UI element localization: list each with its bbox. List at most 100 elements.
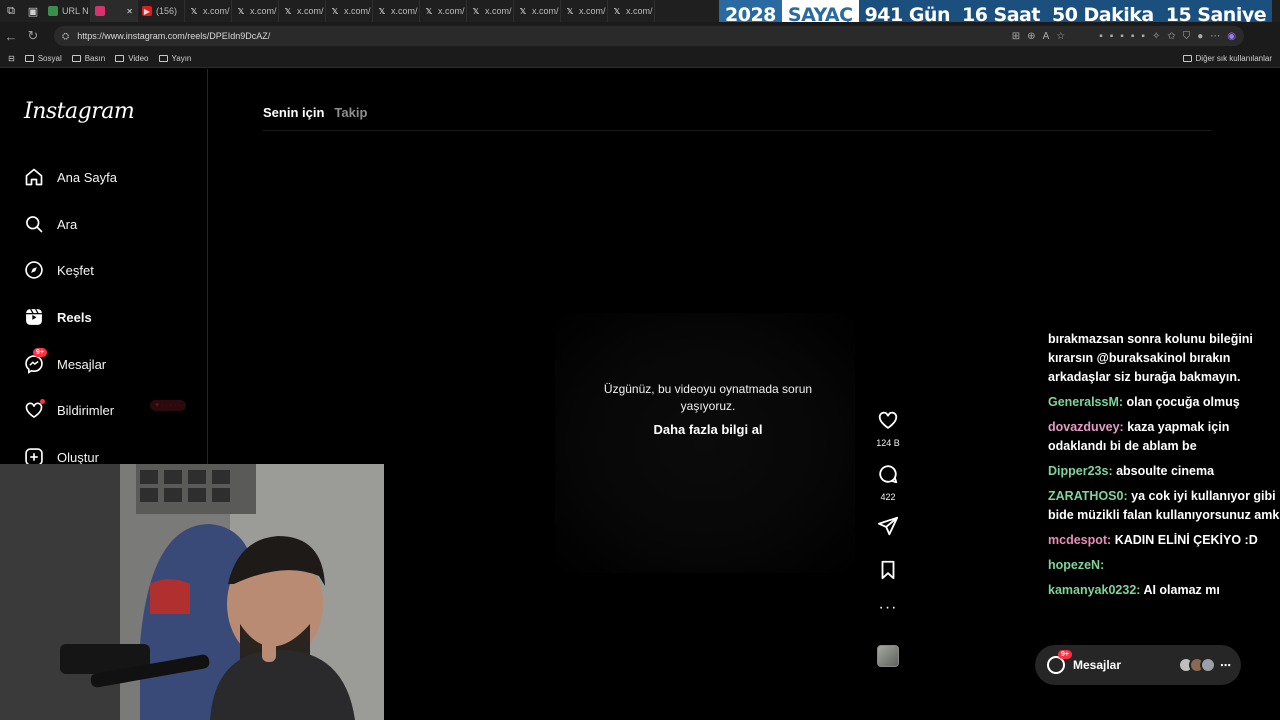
chat-text: absoulte cinema [1116, 464, 1215, 478]
recent-contacts: ⋯ [1178, 657, 1231, 673]
more-options-icon[interactable]: ··· [872, 599, 904, 617]
comment-count: 422 [880, 492, 896, 502]
chat-username: dovazduvey: [1048, 420, 1124, 434]
back-icon[interactable]: ← [0, 29, 22, 44]
messages-badge: 9+ [1058, 650, 1072, 659]
x-icon: 𝕏 [519, 6, 527, 16]
browser-tab[interactable]: 𝕏x.com/ [185, 0, 232, 22]
browser-tab[interactable]: 𝕏x.com/ [420, 0, 467, 22]
site-info-icon[interactable]: ⛭ [62, 31, 69, 42]
sidebar-item-explore[interactable]: Keşfet [24, 258, 94, 282]
sidebar-item-label: Bildirimler [57, 402, 115, 418]
tab-title: x.com/ [532, 6, 559, 16]
browser-tab[interactable]: 𝕏x.com/ [608, 0, 655, 22]
tab-title: x.com/ [203, 6, 230, 16]
extension-icon[interactable]: ▪ [1120, 31, 1124, 42]
activity-badge: ♥ · · · · · [150, 400, 186, 411]
tab-title: (156) [156, 6, 178, 16]
sidebar-item-notifications[interactable]: Bildirimler [24, 398, 114, 422]
x-icon: 𝕏 [472, 6, 480, 16]
browser-tab[interactable]: ▶ (156) [138, 0, 185, 22]
close-tab-icon[interactable]: ✕ [126, 7, 133, 16]
tabs-divider [263, 130, 1211, 131]
shield-icon[interactable]: ⛉ [1183, 31, 1191, 42]
chat-username: hopezeN: [1048, 558, 1105, 572]
webcam-image [0, 464, 384, 720]
chat-message: kamanyak0232: AI olamaz mı [1048, 581, 1280, 600]
comment-icon [879, 465, 898, 484]
tab-for-you[interactable]: Senin için [263, 105, 324, 120]
bookmark-label: Basın [84, 54, 106, 63]
extensions-puzzle-icon[interactable]: ✧ [1152, 31, 1160, 42]
folder-icon [71, 55, 81, 62]
chat-message: ZARATHOS0: ya cok iyi kullanıyor gibi bi… [1048, 487, 1280, 525]
save-button[interactable] [872, 559, 904, 586]
messages-floating-bar[interactable]: 9+ Mesajlar ⋯ [1035, 645, 1241, 685]
browser-tab[interactable]: 𝕏x.com/ [373, 0, 420, 22]
favorites-icon[interactable]: ✩ [1167, 31, 1175, 42]
more-menu-icon[interactable]: ⋯ [1210, 31, 1220, 42]
share-button[interactable] [872, 515, 904, 542]
bookmark-folder-yayin[interactable]: Yayın [158, 54, 191, 63]
zoom-icon[interactable]: ⊕ [1027, 31, 1035, 42]
audio-thumbnail[interactable] [877, 645, 899, 667]
tab-actions-icon[interactable]: ▣ [22, 0, 44, 22]
app-install-icon[interactable]: ⊞ [1012, 31, 1020, 42]
bookmark-label: Video [128, 54, 149, 63]
extension-icon[interactable]: ▪ [1141, 31, 1145, 42]
read-aloud-icon[interactable]: A [1043, 31, 1050, 42]
extension-icon[interactable]: ▪ [1110, 31, 1114, 42]
comment-button[interactable]: 422 [872, 463, 904, 502]
learn-more-link[interactable]: Daha fazla bilgi al [590, 422, 826, 437]
favorite-star-icon[interactable]: ☆ [1056, 31, 1065, 42]
sidebar-item-search[interactable]: Ara [24, 212, 77, 236]
workspaces-icon[interactable]: ⧉ [0, 0, 22, 22]
sidebar-item-home[interactable]: Ana Sayfa [24, 165, 117, 189]
more-icon: ⋯ [1220, 659, 1231, 672]
reel-video-player[interactable] [555, 313, 855, 573]
copilot-icon[interactable]: ◉ [1227, 31, 1236, 42]
browser-tab[interactable]: ✕ [91, 0, 138, 22]
chat-message: Dipper23s: absoulte cinema [1048, 462, 1280, 481]
tab-title: URL N [62, 6, 89, 16]
chat-username: mcdespot: [1048, 533, 1112, 547]
x-icon: 𝕏 [331, 6, 339, 16]
home-icon [25, 168, 43, 186]
browser-tab[interactable]: 𝕏x.com/ [514, 0, 561, 22]
tab-title: x.com/ [250, 6, 277, 16]
x-icon: 𝕏 [284, 6, 292, 16]
chat-text: olan çocuğa olmuş [1126, 395, 1240, 409]
tab-following[interactable]: Takip [334, 105, 367, 120]
avatar [1200, 657, 1216, 673]
refresh-icon[interactable]: ↻ [22, 28, 44, 44]
bookmark-folder-video[interactable]: Video [115, 54, 149, 63]
sidebar-item-messages[interactable]: 9+ Mesajlar [24, 348, 106, 376]
profile-avatar[interactable]: ● [1197, 31, 1203, 42]
stream-chat-overlay: bırakmazsan sonra kolunu bileğini kırars… [1048, 330, 1280, 606]
folder-icon [115, 55, 125, 62]
browser-tab[interactable]: 𝕏x.com/ [561, 0, 608, 22]
browser-tab[interactable]: 𝕏x.com/ [326, 0, 373, 22]
search-icon [26, 216, 43, 233]
browser-tab[interactable]: URL N [44, 0, 91, 22]
instagram-logo[interactable]: Instagram [24, 99, 135, 124]
browser-tab[interactable]: 𝕏x.com/ [279, 0, 326, 22]
bookmark-folder-basin[interactable]: Basın [71, 54, 106, 63]
folder-icon [24, 55, 34, 62]
bookmark-folder-sosyal[interactable]: Sosyal [24, 54, 62, 63]
url-icon [48, 6, 58, 16]
browser-tab[interactable]: 𝕏x.com/ [232, 0, 279, 22]
notification-dot [40, 399, 45, 404]
like-button[interactable]: 124 B [872, 409, 904, 448]
messages-badge: 9+ [33, 348, 47, 357]
browser-tab[interactable]: 𝕏x.com/ [467, 0, 514, 22]
other-favorites[interactable]: Diğer sık kullanılanlar [1182, 54, 1272, 63]
youtube-icon: ▶ [142, 6, 152, 16]
webcam-overlay [0, 464, 384, 720]
bookmarks-toggle-icon[interactable]: ⊟ [8, 54, 15, 63]
address-bar[interactable]: ⛭ https://www.instagram.com/reels/DPEIdn… [54, 26, 1244, 46]
extension-icon[interactable]: ▪ [1099, 31, 1103, 42]
extension-icon[interactable]: ▪ [1131, 31, 1135, 42]
sidebar-item-reels[interactable]: Reels [24, 305, 92, 329]
chat-text: KADIN ELİNİ ÇEKİYO :D [1114, 533, 1258, 547]
